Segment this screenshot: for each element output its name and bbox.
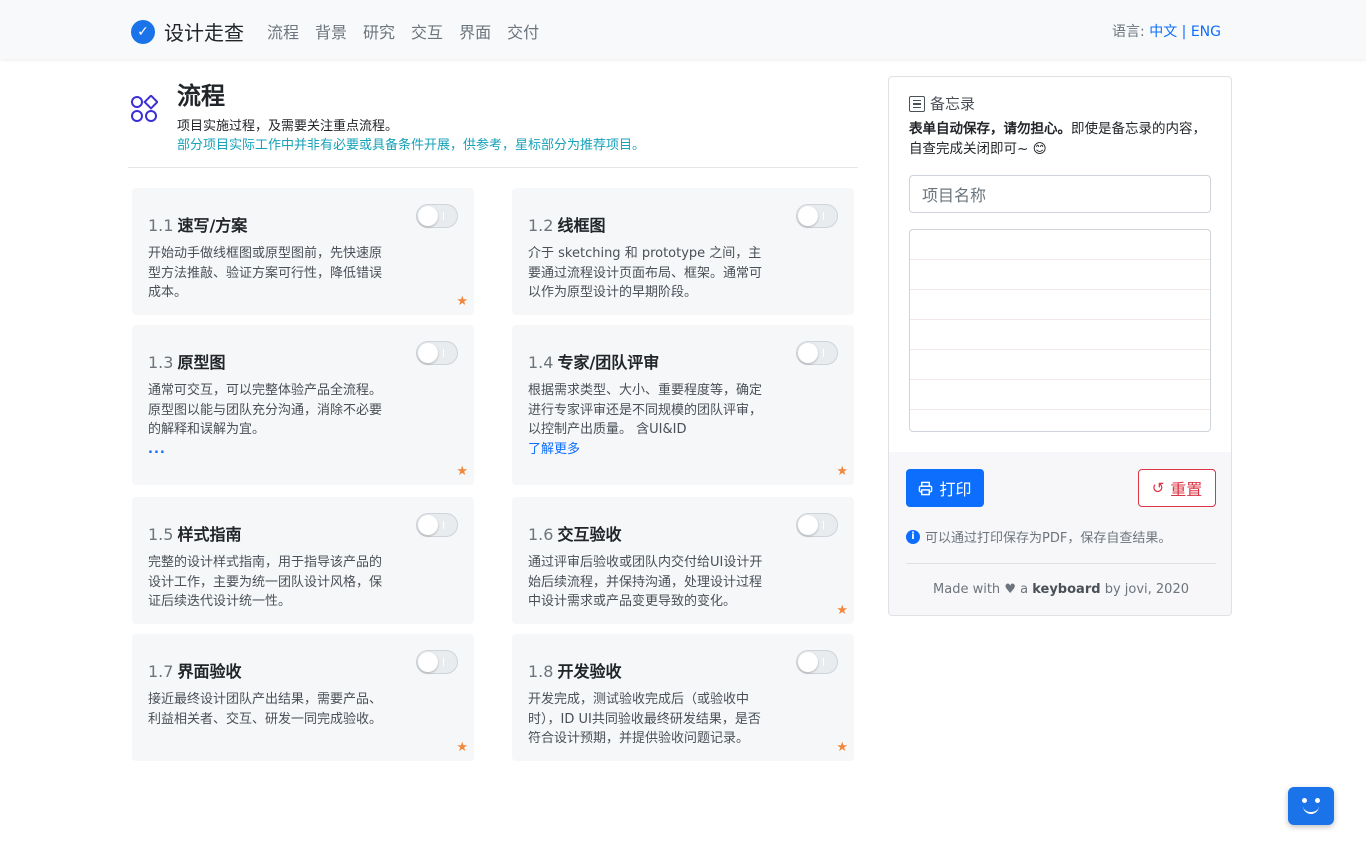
card-title: 1.6 交互验收	[528, 525, 622, 544]
more-dots-link[interactable]: ...	[148, 440, 388, 460]
card-toggle[interactable]	[796, 341, 838, 365]
card-title: 1.5 样式指南	[148, 525, 242, 544]
section-subtitle: 项目实施过程，及需要关注重点流程。	[177, 119, 399, 134]
document-icon	[909, 95, 925, 112]
language-label: 语言:	[1112, 24, 1145, 40]
star-icon: ★	[836, 603, 848, 618]
card-title: 1.7 界面验收	[148, 662, 242, 681]
process-card-1-4: 1.4 专家/团队评审 根据需求类型、大小、重要程度等，确定进行专家评审还是不同规…	[512, 325, 854, 485]
card-title: 1.2 线框图	[528, 216, 606, 235]
card-description: 通常可交互，可以完整体验产品全流程。原型图以能与团队充分沟通，消除不必要的解释和…	[148, 381, 388, 459]
language-switcher: 语言: 中文 | ENG	[1112, 21, 1221, 41]
card-toggle[interactable]	[796, 650, 838, 674]
card-description: 介于 sketching 和 prototype 之间，主要通过流程设计页面布局…	[528, 246, 763, 300]
star-icon: ★	[836, 740, 848, 755]
star-icon: ★	[836, 464, 848, 479]
process-card-1-1: 1.1 速写/方案 开始动手做线框图或原型图前，先快速原型方法推敲、验证方案可行性…	[132, 188, 474, 315]
reset-label: 重置	[1170, 480, 1203, 499]
memo-title: 备忘录	[930, 95, 976, 113]
card-toggle[interactable]	[416, 341, 458, 365]
star-icon: ★	[456, 464, 468, 479]
memo-panel: 备忘录 表单自动保存，请勿担心。即使是备忘录的内容，自查完成关闭即可~ 😊 项目…	[888, 76, 1232, 616]
card-description: 开发完成，测试验收完成后（或验收中时），ID UI共同验收最终研发结果，是否符合…	[528, 692, 761, 746]
footer-divider	[906, 563, 1216, 564]
process-card-1-2: 1.2 线框图 介于 sketching 和 prototype 之间，主要通过流…	[512, 188, 854, 315]
card-title: 1.1 速写/方案	[148, 216, 248, 235]
learn-more-link[interactable]: 了解更多	[528, 440, 768, 460]
lang-zh-link[interactable]: 中文	[1149, 24, 1177, 40]
card-toggle[interactable]	[416, 513, 458, 537]
made-with-credit: Made with ♥ a keyboard by jovi, 2020	[933, 582, 1189, 597]
card-toggle[interactable]	[416, 204, 458, 228]
chatbot-icon[interactable]	[1288, 787, 1334, 825]
star-icon: ★	[456, 294, 468, 309]
memo-header: 备忘录	[909, 93, 975, 114]
nav-link-delivery[interactable]: 交付	[507, 19, 539, 43]
lang-en-link[interactable]: ENG	[1191, 24, 1221, 40]
reset-button[interactable]: ↺ 重置	[1138, 469, 1216, 507]
lang-separator: |	[1181, 24, 1187, 40]
nav-link-background[interactable]: 背景	[315, 19, 347, 43]
heart-icon: ♥	[1004, 582, 1016, 597]
process-card-1-6: 1.6 交互验收 通过评审后验收或团队内交付给UI设计开始后续流程，并保持沟通，处…	[512, 497, 854, 624]
brand-title: 设计走查	[164, 21, 244, 45]
memo-textarea[interactable]	[909, 229, 1211, 432]
nav-link-interface[interactable]: 界面	[459, 19, 491, 43]
card-description: 通过评审后验收或团队内交付给UI设计开始后续流程，并保持沟通，处理设计过程中设计…	[528, 555, 763, 609]
memo-footer: 打印 ↺ 重置 i 可以通过打印保存为PDF，保存自查结果。 Made with…	[889, 452, 1231, 615]
card-description: 接近最终设计团队产出结果，需要产品、利益相关者、交互、研发一同完成验收。	[148, 692, 383, 727]
top-navbar: ✓ 设计走查 流程 背景 研究 交互 界面 交付 语言: 中文 | ENG	[0, 0, 1366, 59]
check-circle-icon: ✓	[131, 19, 155, 44]
card-description: 完整的设计样式指南，用于指导该产品的设计工作，主要为统一团队设计风格，保证后续迭…	[148, 555, 383, 609]
nav-links: 流程 背景 研究 交互 界面 交付	[267, 19, 555, 43]
print-label: 打印	[939, 480, 972, 499]
printer-icon	[919, 481, 933, 495]
section-title: 流程	[177, 82, 225, 110]
process-card-1-3: 1.3 原型图 通常可交互，可以完整体验产品全流程。原型图以能与团队充分沟通，消除…	[132, 325, 474, 485]
star-icon: ★	[456, 740, 468, 755]
section-note: 部分项目实际工作中并非有必要或具备条件开展，供参考，星标部分为推荐项目。	[177, 138, 646, 153]
card-title: 1.8 开发验收	[528, 662, 622, 681]
info-icon: i	[906, 529, 920, 544]
nav-link-process[interactable]: 流程	[267, 19, 299, 43]
nav-link-interaction[interactable]: 交互	[411, 19, 443, 43]
nav-link-research[interactable]: 研究	[363, 19, 395, 43]
card-description: 根据需求类型、大小、重要程度等，确定进行专家评审还是不同规模的团队评审，以控制产…	[528, 381, 768, 459]
section-divider	[128, 167, 858, 168]
card-toggle[interactable]	[416, 650, 458, 674]
card-description: 开始动手做线框图或原型图前，先快速原型方法推敲、验证方案可行性，降低错误成本。	[148, 246, 383, 300]
card-toggle[interactable]	[796, 513, 838, 537]
process-card-1-8: 1.8 开发验收 开发完成，测试验收完成后（或验收中时），ID UI共同验收最终研…	[512, 634, 854, 761]
process-icon	[131, 95, 158, 122]
card-title: 1.3 原型图	[148, 353, 226, 372]
card-toggle[interactable]	[796, 204, 838, 228]
brand[interactable]: ✓ 设计走查	[131, 17, 244, 46]
process-card-1-5: 1.5 样式指南 完整的设计样式指南，用于指导该产品的设计工作，主要为统一团队设计…	[132, 497, 474, 624]
pdf-note: i 可以通过打印保存为PDF，保存自查结果。	[906, 527, 1171, 546]
project-name-input[interactable]: 项目名称	[909, 175, 1211, 213]
process-card-1-7: 1.7 界面验收 接近最终设计团队产出结果，需要产品、利益相关者、交互、研发一同完…	[132, 634, 474, 761]
reset-icon: ↺	[1151, 479, 1165, 497]
memo-tip: 表单自动保存，请勿担心。即使是备忘录的内容，自查完成关闭即可~ 😊	[909, 121, 1206, 157]
print-button[interactable]: 打印	[906, 469, 984, 507]
card-title: 1.4 专家/团队评审	[528, 353, 660, 372]
